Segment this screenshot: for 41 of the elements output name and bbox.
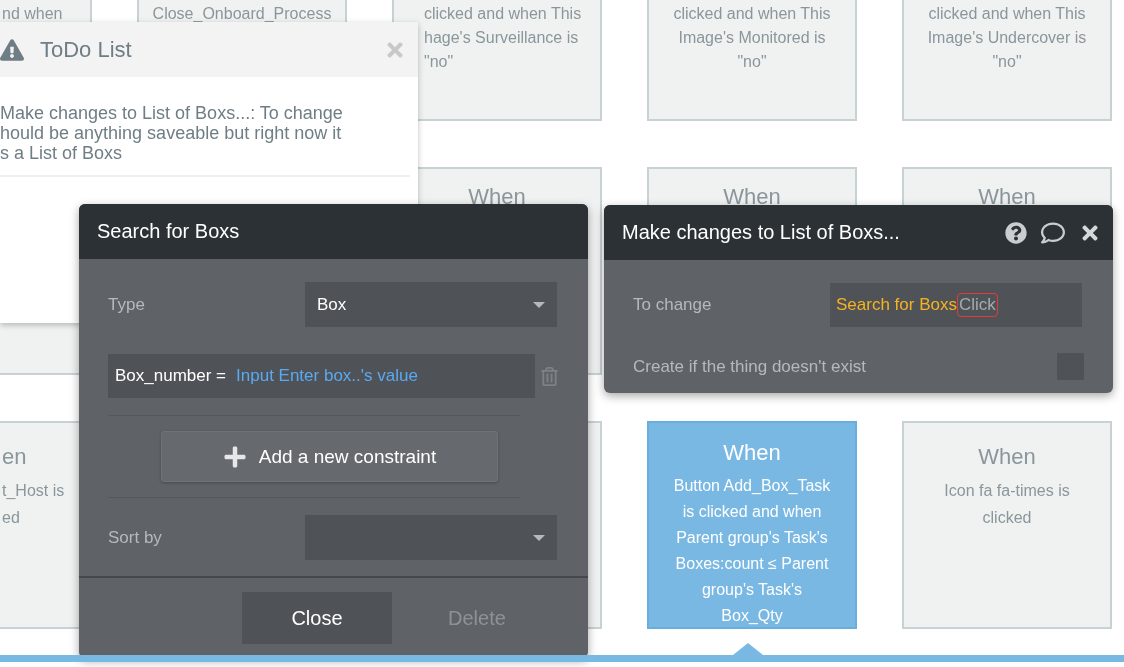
add-constraint-button[interactable]: Add a new constraint: [161, 431, 498, 482]
event-card[interactable]: clicked and when This Image's Monitored is "no": [647, 0, 857, 121]
event-card[interactable]: When Icon fa fa-times is clicked: [902, 421, 1112, 629]
card-title: When: [723, 183, 781, 211]
close-button[interactable]: Close: [242, 592, 392, 644]
comment-icon[interactable]: [1041, 220, 1065, 245]
caret-icon: [533, 534, 545, 541]
help-icon[interactable]: [1005, 221, 1027, 244]
event-card[interactable]: clicked and when This hage's Surveillance is "no": [392, 0, 602, 121]
field-label: To change: [633, 295, 713, 315]
type-dropdown[interactable]: Box: [305, 282, 557, 327]
condition-text: clicked and when This Image's Monitored is "no": [673, 4, 831, 72]
card-title: When: [723, 439, 781, 467]
event-card[interactable]: clicked and when This Image's Undercover is "no": [902, 0, 1112, 121]
condition-text: clicked and when This hage's Surveillance is "no": [424, 4, 582, 72]
warning-icon: [0, 37, 24, 62]
constraint-field[interactable]: Box_number = Input Enter box..'s value: [108, 354, 535, 398]
condition-text: clicked and when This Image's Undercover is "no": [927, 4, 1087, 72]
sort-dropdown[interactable]: [305, 515, 557, 560]
card-title: When: [468, 183, 526, 211]
condition-text: Icon fa fa-times is clicked: [944, 481, 1070, 528]
checkbox-label: Create if the thing doesn't exist: [633, 356, 867, 377]
thing-field[interactable]: Search for BoxsClick: [830, 283, 1082, 327]
condition-text: Button Add_Box_Task is clicked and when Parent group's Task's Boxes:count ≤ Parent group's Task's Box_Qty: [673, 476, 831, 626]
card-title: When: [978, 183, 1036, 211]
card-title: en: [2, 443, 27, 471]
caret-icon: [533, 301, 545, 308]
trash-icon[interactable]: [540, 366, 559, 386]
click-hint[interactable]: Click: [956, 293, 998, 317]
panel-title: ToDo List: [40, 36, 133, 63]
field-label: Type: [108, 294, 146, 315]
selected-event-card[interactable]: When Button Add_Box_Task is clicked and when Parent group's Task's Boxes:count ≤ Parent group's Task's Box_Qty: [647, 421, 857, 629]
field-label: Sort by: [108, 527, 163, 548]
plus-icon: [222, 444, 247, 469]
card-title: When: [978, 443, 1036, 471]
condition-text: t_Host is ed: [2, 481, 65, 528]
panel-title: Make changes to List of Boxs...: [622, 221, 901, 244]
condition-text: Close_Onboard_Process: [152, 4, 332, 24]
condition-text: nd when: [2, 4, 63, 24]
dialog-title: Search for Boxs: [97, 220, 241, 243]
todo-message: Make changes to List of Boxs...: To change hould be anything saveable but right now it s a List of Boxs: [0, 103, 344, 163]
